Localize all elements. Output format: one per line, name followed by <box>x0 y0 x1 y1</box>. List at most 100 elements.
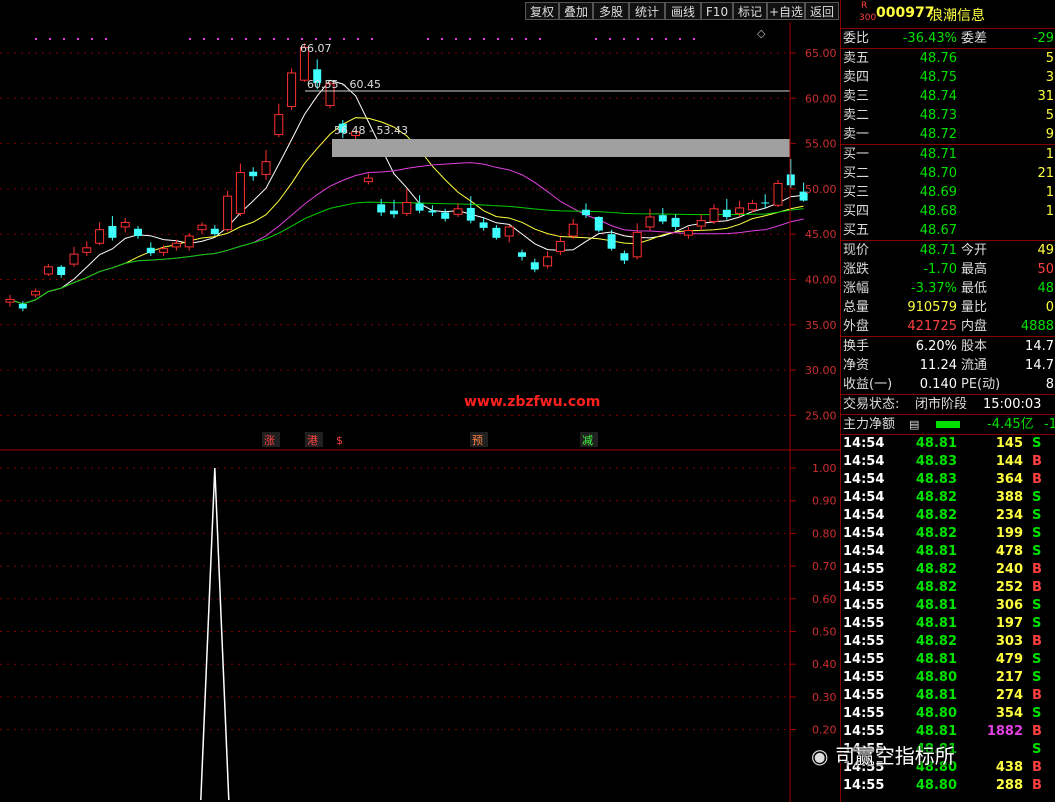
candle <box>108 216 117 241</box>
main-force-row[interactable]: 主力净额 ▤ -4.45亿 -1 <box>841 415 1055 434</box>
tick-price: 48.82 <box>915 580 957 595</box>
tick-time: 14:55 <box>843 724 885 739</box>
tick-side: S <box>1032 706 1042 721</box>
fund-value: 11.24 <box>919 358 957 373</box>
quote-label: 总量 <box>843 300 870 315</box>
indicator-tick-label: 0.60 <box>812 593 837 606</box>
quote-label-2: 最低 <box>961 281 988 296</box>
quote-label: 现价 <box>843 243 870 258</box>
tick-row: 14:54 48.81 145 S <box>841 435 1055 453</box>
candle <box>95 222 105 246</box>
main-force-bar <box>936 421 960 428</box>
quote-value-2: 50 <box>1037 262 1054 277</box>
bid-label: 买三 <box>843 185 870 200</box>
tick-side: S <box>1032 436 1042 451</box>
fund-value-2: 14.7 <box>1025 339 1054 354</box>
bid-level[interactable]: 买三 48.69 1 <box>841 183 1055 202</box>
bid-level[interactable]: 买五 48.67 <box>841 221 1055 240</box>
quote-value: 421725 <box>907 319 957 334</box>
tick-volume: 1882 <box>986 724 1023 739</box>
candle <box>555 236 565 256</box>
quote-label: 涨跌 <box>843 262 870 277</box>
tick-side: B <box>1032 724 1042 739</box>
bid-level[interactable]: 买一 48.71 1 <box>841 145 1055 164</box>
tick-time: 14:55 <box>843 778 885 793</box>
tick-row: 14:54 48.82 234 S <box>841 507 1055 525</box>
badge-300: 300 <box>859 13 877 23</box>
diamond-icon[interactable]: ◇ <box>757 27 766 40</box>
tick-time: 14:54 <box>843 454 885 469</box>
price-tick-label: 55.00 <box>805 138 837 151</box>
quote-value-2: 48 <box>1037 281 1054 296</box>
candle <box>43 264 53 276</box>
ask-level[interactable]: 卖三 48.74 31 <box>841 87 1055 106</box>
ask-volume: 5 <box>1045 108 1054 123</box>
tick-side: B <box>1032 580 1042 595</box>
fund-value-2: 14.7 <box>1025 358 1054 373</box>
tick-volume: 252 <box>995 580 1023 595</box>
bid-volume: 1 <box>1045 185 1054 200</box>
quote-label-2: 最高 <box>961 262 988 277</box>
indicator-tick-label: 0.90 <box>812 495 837 508</box>
tick-side: S <box>1032 544 1042 559</box>
quote-row: 总量 910579 量比 0 <box>841 298 1055 317</box>
candle <box>568 218 578 239</box>
bid-price: 48.70 <box>919 166 957 181</box>
candle <box>594 216 603 233</box>
ask-level[interactable]: 卖五 48.76 5 <box>841 49 1055 68</box>
quote-panel: R 300 000977 浪潮信息 委比 -36.43% 委差 -29 卖五 48.76 5… <box>811 0 1055 802</box>
ask-label: 卖四 <box>843 70 870 85</box>
candle <box>197 222 207 235</box>
wechat-icon: ◉ <box>811 744 835 768</box>
stock-header: R 300 000977 浪潮信息 <box>841 0 1055 29</box>
quote-value-2: 49 <box>1037 243 1054 258</box>
ask-level[interactable]: 卖二 48.73 5 <box>841 106 1055 125</box>
range-label-2: 56.48 - 53.43 <box>334 124 408 137</box>
candle <box>696 214 706 231</box>
tick-price: 48.80 <box>915 670 957 685</box>
signal-yu: 预 <box>472 434 483 447</box>
candle <box>620 250 629 265</box>
candle <box>518 249 526 261</box>
candle <box>761 194 770 208</box>
bid-level[interactable]: 买四 48.68 1 <box>841 202 1055 221</box>
tick-volume: 479 <box>995 652 1023 667</box>
ask-level[interactable]: 卖一 48.72 9 <box>841 125 1055 144</box>
tick-row: 14:55 48.81 306 S <box>841 597 1055 615</box>
tick-volume: 354 <box>995 706 1023 721</box>
candle <box>492 225 501 240</box>
high-label: 66.07 <box>300 42 332 55</box>
tick-row: 14:55 48.81 197 S <box>841 615 1055 633</box>
candle <box>223 190 233 232</box>
candle <box>722 198 731 220</box>
price-tick-label: 40.00 <box>805 274 837 287</box>
ask-price: 48.76 <box>919 51 957 66</box>
candle <box>249 167 258 181</box>
ask-label: 卖二 <box>843 108 870 123</box>
bid-level[interactable]: 买二 48.70 21 <box>841 164 1055 183</box>
tick-row: 14:55 48.81 479 S <box>841 651 1055 669</box>
candle <box>5 294 15 307</box>
tick-volume: 197 <box>995 616 1023 631</box>
fund-value: 0.140 <box>919 377 957 392</box>
price-tick-label: 60.00 <box>805 92 837 105</box>
ask-level[interactable]: 卖四 48.75 3 <box>841 68 1055 87</box>
tick-side: S <box>1032 742 1042 757</box>
price-tick-label: 65.00 <box>805 47 837 60</box>
weibi-row: 委比 -36.43% 委差 -29 <box>841 29 1055 48</box>
kline-chart[interactable]: 65.00 60.00 55.00 50.00 45.00 40.00 35.00 30.00… <box>0 0 840 802</box>
tick-volume: 234 <box>995 508 1023 523</box>
candle <box>453 203 463 217</box>
candle <box>287 68 297 111</box>
tick-side: S <box>1032 508 1042 523</box>
quote-label-2: 量比 <box>961 300 988 315</box>
tick-side: S <box>1032 490 1042 505</box>
signal-dollar: $ <box>336 434 343 447</box>
tick-volume: 217 <box>995 670 1023 685</box>
bid-price: 48.67 <box>919 223 957 238</box>
candle <box>120 217 130 233</box>
candle <box>82 241 92 256</box>
stock-name: 浪潮信息 <box>929 8 985 24</box>
tick-volume: 388 <box>995 490 1023 505</box>
tick-row: 14:55 48.82 303 B <box>841 633 1055 651</box>
